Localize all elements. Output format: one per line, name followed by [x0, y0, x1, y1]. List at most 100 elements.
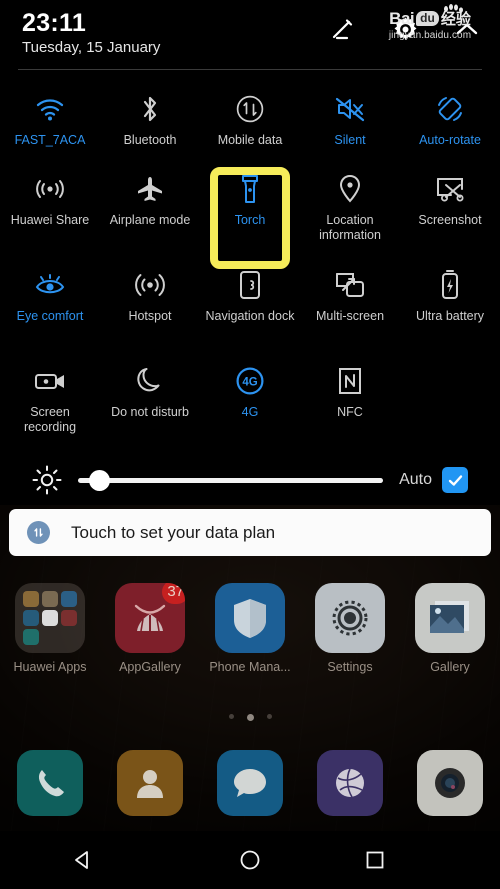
home-dock [0, 748, 500, 818]
screen-recording-icon [33, 364, 67, 398]
app-badge: 37 [162, 583, 185, 604]
dock-browser[interactable] [300, 748, 400, 818]
slider-thumb[interactable] [89, 469, 111, 491]
bluetooth-icon [133, 92, 167, 126]
app-settings[interactable]: Settings [300, 583, 400, 688]
nav-home-button[interactable] [167, 848, 334, 872]
dock-camera[interactable] [400, 748, 500, 818]
brightness-slider[interactable] [78, 465, 384, 495]
ultra-battery-icon [433, 268, 467, 302]
tile-label: Eye comfort [16, 309, 84, 323]
data-plan-icon [27, 521, 50, 544]
app-huawei-apps[interactable]: Huawei Apps [0, 583, 100, 688]
header-divider [18, 69, 482, 70]
airplane-icon [133, 172, 167, 206]
app-label: Phone Mana... [209, 660, 291, 674]
tile-label: Screenshot [418, 213, 482, 227]
messages-icon [217, 750, 283, 816]
watermark-url: jingyan.baidu.com [388, 30, 472, 41]
tile-huawei-share[interactable]: Huawei Share [0, 166, 100, 262]
tile-airplane-mode[interactable]: Airplane mode [100, 166, 200, 262]
nav-recents-button[interactable] [333, 848, 500, 872]
tile-label: Do not disturb [111, 405, 189, 419]
recents-square-icon [366, 851, 384, 869]
watermark-brand-mid: du [416, 11, 439, 26]
navigation-dock-icon [233, 268, 267, 302]
edit-button[interactable] [328, 14, 358, 44]
phone-icon [17, 750, 83, 816]
app-gallery[interactable]: Gallery [400, 583, 500, 688]
tile-screenshot[interactable]: Screenshot [400, 166, 500, 262]
screenshot-icon [433, 172, 467, 206]
svg-text:4G: 4G [242, 377, 257, 389]
do-not-disturb-icon [133, 364, 167, 398]
tile-do-not-disturb[interactable]: Do not disturb [100, 358, 200, 454]
navigation-bar [0, 831, 500, 889]
tile-multi-screen[interactable]: Multi-screen [300, 262, 400, 358]
empty-icon [433, 364, 467, 398]
tile-label: Huawei Share [10, 213, 90, 227]
notification-data-plan[interactable]: Touch to set your data plan [9, 509, 491, 556]
auto-brightness-label: Auto [399, 471, 432, 488]
brightness-sun-icon [32, 465, 62, 495]
tile-4g[interactable]: 4G 4G [200, 358, 300, 454]
dock-messages[interactable] [200, 748, 300, 818]
tile-nfc[interactable]: NFC [300, 358, 400, 454]
quick-settings-tile-grid: FAST_7ACA Bluetooth Mobile data Silent A… [0, 86, 500, 454]
auto-rotate-icon [433, 92, 467, 126]
tile-empty-slot [400, 358, 500, 454]
app-appgallery[interactable]: 37 AppGallery [100, 583, 200, 688]
tile-location-information[interactable]: Location information [300, 166, 400, 262]
tile-label: Bluetooth [123, 133, 177, 147]
tile-row: Huawei Share Airplane mode Torch Locatio… [0, 166, 500, 262]
nfc-icon [333, 364, 367, 398]
tile-label: FAST_7ACA [14, 133, 86, 147]
quick-settings-panel: 23:11 Tuesday, 15 January FAST_7ACA Blue… [0, 0, 500, 505]
app-phone-manager[interactable]: Phone Mana... [200, 583, 300, 688]
pencil-icon [332, 19, 353, 40]
page-dot [228, 714, 234, 719]
gallery-icon [415, 583, 485, 653]
huawei-share-icon [33, 172, 67, 206]
tile-wifi[interactable]: FAST_7ACA [0, 86, 100, 166]
torch-icon [233, 172, 267, 206]
tile-label: Torch [234, 213, 266, 227]
tile-auto-rotate[interactable]: Auto-rotate [400, 86, 500, 166]
back-triangle-icon [75, 851, 89, 869]
tile-bluetooth[interactable]: Bluetooth [100, 86, 200, 166]
tile-row: FAST_7ACA Bluetooth Mobile data Silent A… [0, 86, 500, 166]
auto-brightness-checkbox[interactable] [442, 467, 468, 493]
tile-label: Silent [334, 133, 366, 147]
tile-label: Screen recording [23, 405, 77, 434]
watermark-brand: Bai [389, 8, 415, 28]
tile-ultra-battery[interactable]: Ultra battery [400, 262, 500, 358]
multi-screen-icon [333, 268, 367, 302]
baidu-paw-icon [444, 4, 463, 13]
notification-text: Touch to set your data plan [71, 522, 276, 542]
tile-screen-recording[interactable]: Screen recording [0, 358, 100, 454]
app-label: Gallery [430, 660, 470, 674]
page-dot [266, 714, 272, 719]
tile-torch[interactable]: Torch [200, 166, 300, 262]
page-indicator [0, 714, 500, 721]
hotspot-icon [133, 268, 167, 302]
tile-navigation-dock[interactable]: Navigation dock [200, 262, 300, 358]
check-icon [448, 474, 462, 486]
settings-gear-icon [315, 583, 385, 653]
tile-eye-comfort[interactable]: Eye comfort [0, 262, 100, 358]
dock-contacts[interactable] [100, 748, 200, 818]
browser-icon [317, 750, 383, 816]
app-label: AppGallery [119, 660, 181, 674]
network-4g-icon: 4G [233, 364, 267, 398]
wifi-icon [33, 92, 67, 126]
nav-back-button[interactable] [0, 848, 167, 872]
mobile-data-icon [233, 92, 267, 126]
eye-comfort-icon [33, 268, 67, 302]
tile-hotspot[interactable]: Hotspot [100, 262, 200, 358]
tile-mobile-data[interactable]: Mobile data [200, 86, 300, 166]
tile-silent[interactable]: Silent [300, 86, 400, 166]
tile-label: Multi-screen [315, 309, 385, 323]
brightness-row: Auto [0, 458, 500, 502]
dock-phone[interactable] [0, 748, 100, 818]
tile-label: Location information [319, 213, 381, 242]
